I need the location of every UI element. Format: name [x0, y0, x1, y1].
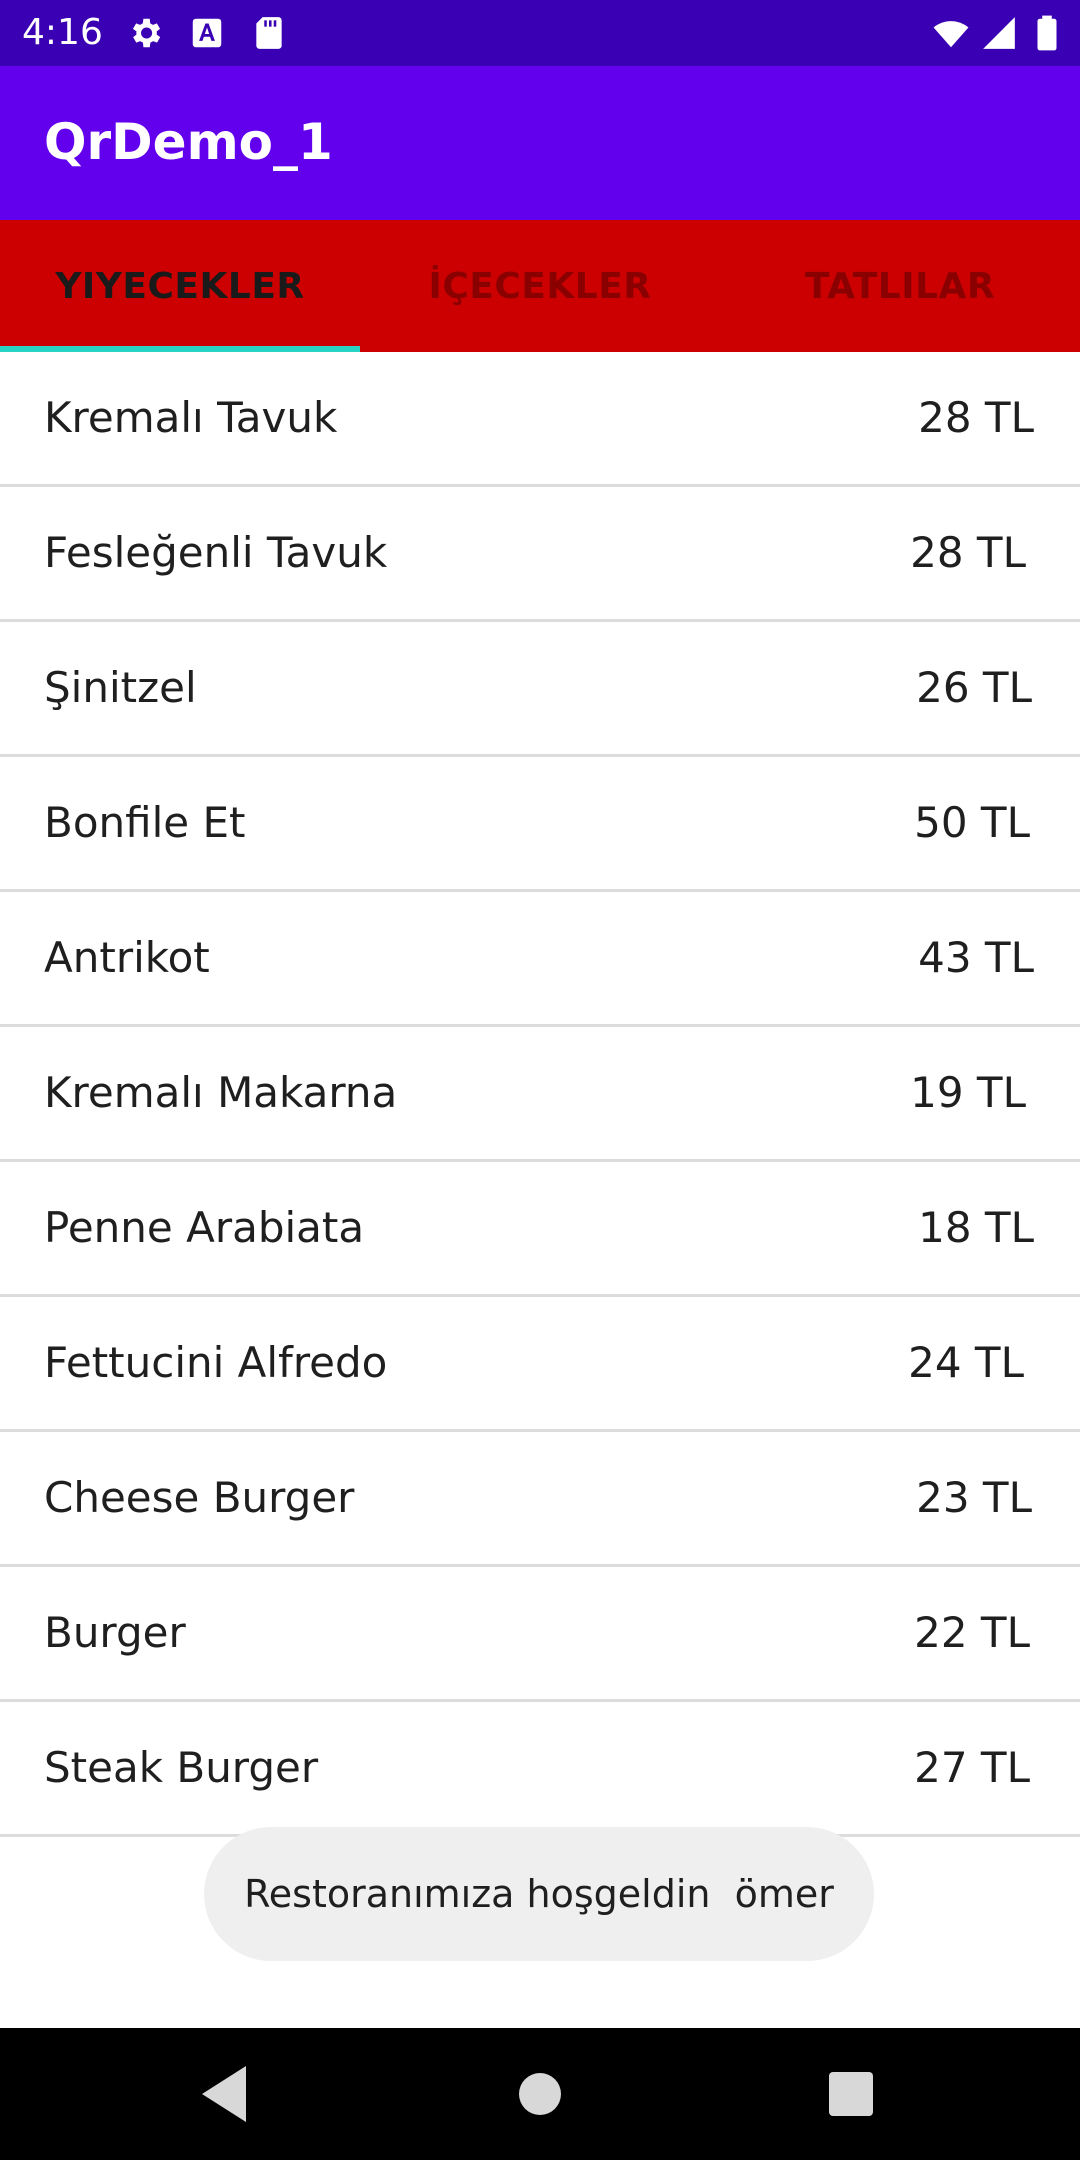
list-item[interactable]: Fettucini Alfredo 24 TL: [0, 1297, 1080, 1432]
item-price: 50 TL: [914, 798, 1030, 847]
toast-message: Restoranımıza hoşgeldin ömer: [204, 1827, 874, 1961]
list-item[interactable]: Fesleğenli Tavuk 28 TL: [0, 487, 1080, 622]
recents-icon[interactable]: [811, 2054, 891, 2134]
list-item[interactable]: Burger 22 TL: [0, 1567, 1080, 1702]
tab-icecekler[interactable]: İÇECEKLER: [360, 220, 720, 352]
item-name: Cheese Burger: [44, 1473, 355, 1522]
back-icon[interactable]: [186, 2054, 266, 2134]
tab-bar: YIYECEKLER İÇECEKLER TATLILAR: [0, 220, 1080, 352]
item-name: Antrikot: [44, 933, 210, 982]
item-name: Kremalı Makarna: [44, 1068, 398, 1117]
list-item[interactable]: Steak Burger 27 TL: [0, 1702, 1080, 1837]
list-item[interactable]: Penne Arabiata 18 TL: [0, 1162, 1080, 1297]
item-price: 43 TL: [918, 933, 1034, 982]
wifi-icon: [933, 21, 969, 48]
gear-icon: [132, 18, 161, 48]
item-name: Steak Burger: [44, 1743, 319, 1792]
list-item[interactable]: Şinitzel 26 TL: [0, 622, 1080, 757]
list-item[interactable]: Kremalı Makarna 19 TL: [0, 1027, 1080, 1162]
item-price: 26 TL: [916, 663, 1032, 712]
font-a-icon: [192, 18, 222, 48]
item-name: Penne Arabiata: [44, 1203, 365, 1252]
sd-card-icon: [256, 17, 282, 49]
item-price: 19 TL: [910, 1068, 1026, 1117]
item-name: Fesleğenli Tavuk: [44, 528, 388, 577]
status-bar: 4:16: [0, 0, 1080, 66]
tab-label: TATLILAR: [804, 265, 996, 307]
item-name: Şinitzel: [44, 663, 197, 712]
item-price: 18 TL: [918, 1203, 1034, 1252]
tab-label: İÇECEKLER: [428, 265, 652, 307]
item-name: Bonfile Et: [44, 798, 246, 847]
item-price: 28 TL: [910, 528, 1026, 577]
item-price: 23 TL: [916, 1473, 1032, 1522]
tab-tatlilar[interactable]: TATLILAR: [720, 220, 1080, 352]
item-price: 22 TL: [914, 1608, 1030, 1657]
item-price: 27 TL: [914, 1743, 1030, 1792]
item-price: 24 TL: [908, 1338, 1024, 1387]
navigation-bar: [0, 2028, 1080, 2160]
status-time: 4:16: [22, 12, 103, 53]
item-name: Fettucini Alfredo: [44, 1338, 388, 1387]
item-price: 28 TL: [918, 393, 1034, 442]
home-icon[interactable]: [500, 2054, 580, 2134]
app-bar: QrDemo_1: [0, 66, 1080, 220]
cell-signal-icon: [983, 17, 1015, 49]
battery-icon: [1037, 15, 1057, 51]
list-item[interactable]: Bonfile Et 50 TL: [0, 757, 1080, 892]
tab-label: YIYECEKLER: [55, 265, 305, 307]
app-title: QrDemo_1: [44, 113, 333, 171]
menu-list: Kremalı Tavuk 28 TL Fesleğenli Tavuk 28 …: [0, 352, 1080, 1837]
list-item[interactable]: Cheese Burger 23 TL: [0, 1432, 1080, 1567]
list-item[interactable]: Kremalı Tavuk 28 TL: [0, 352, 1080, 487]
tab-yiyecekler[interactable]: YIYECEKLER: [0, 220, 360, 352]
list-item[interactable]: Antrikot 43 TL: [0, 892, 1080, 1027]
item-name: Burger: [44, 1608, 186, 1657]
item-name: Kremalı Tavuk: [44, 393, 338, 442]
